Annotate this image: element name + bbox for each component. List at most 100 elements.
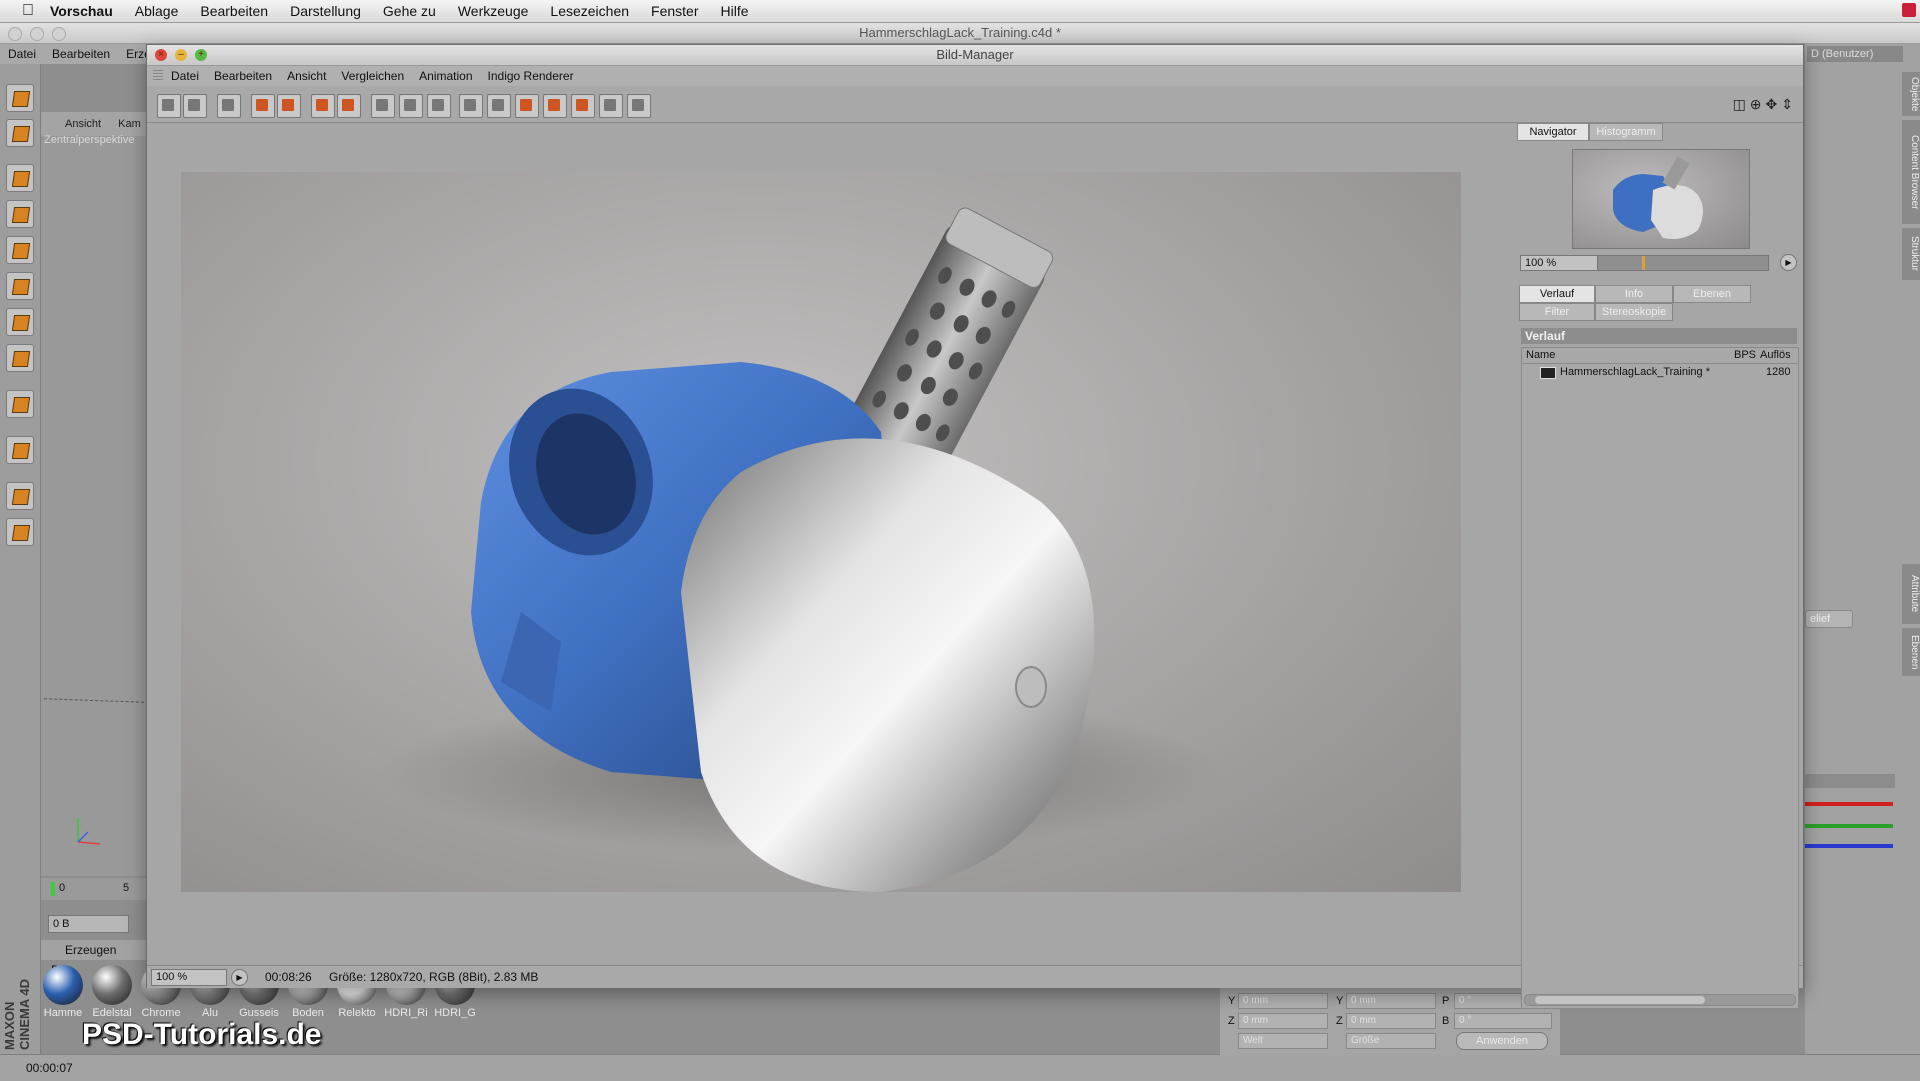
tab-stereoskopie[interactable]: Stereoskopie: [1595, 303, 1673, 321]
channels-icon[interactable]: [599, 94, 623, 118]
green-channel-bar[interactable]: [1805, 824, 1893, 828]
col-bps[interactable]: BPS: [1734, 348, 1756, 363]
position-y-field[interactable]: 0 mm: [1238, 993, 1328, 1009]
rotation-b-field[interactable]: 0 °: [1454, 1013, 1552, 1029]
bm-close-icon[interactable]: ×: [155, 49, 167, 61]
tab-navigator[interactable]: Navigator: [1517, 123, 1589, 141]
layout-controls-icon[interactable]: ◫⊕✥⇕: [1733, 96, 1797, 113]
col-name[interactable]: Name: [1526, 348, 1555, 363]
bm-menu-vergleichen[interactable]: Vergleichen: [341, 69, 404, 83]
workplane-icon[interactable]: [6, 236, 34, 264]
tab-histogramm[interactable]: Histogramm: [1589, 123, 1663, 141]
material-menu-erzeugen[interactable]: Erzeugen: [65, 943, 116, 957]
navigator-zoom-slider[interactable]: [1597, 255, 1769, 271]
menu-werkzeuge[interactable]: Werkzeuge: [458, 3, 529, 19]
tab-objekte[interactable]: Objekte: [1902, 72, 1920, 116]
bm-minimize-icon[interactable]: –: [175, 49, 187, 61]
menubar-status-icon[interactable]: [1902, 3, 1916, 17]
viewport-menu-kameras[interactable]: Kam: [118, 118, 141, 130]
history-scrollbar[interactable]: [1524, 994, 1796, 1006]
material-item[interactable]: Edelstal: [89, 962, 135, 1024]
position-z-field[interactable]: 0 mm: [1238, 1013, 1328, 1029]
save-icon[interactable]: [183, 94, 207, 118]
c4d-minimize-icon[interactable]: [30, 27, 44, 41]
menu-lesezeichen[interactable]: Lesezeichen: [550, 3, 629, 19]
c4d-menu-datei[interactable]: Datei: [8, 47, 36, 61]
viewport[interactable]: [41, 136, 151, 876]
c4d-close-icon[interactable]: [8, 27, 22, 41]
red-channel-bar[interactable]: [1805, 802, 1893, 806]
edges-mode-icon[interactable]: [6, 308, 34, 336]
apply-button[interactable]: Anwenden: [1456, 1032, 1548, 1050]
frame-field[interactable]: 0 B: [48, 915, 129, 933]
menu-ablage[interactable]: Ablage: [135, 3, 179, 19]
tab-struktur[interactable]: Struktur: [1902, 228, 1920, 280]
coord-system-dropdown[interactable]: Welt: [1238, 1033, 1328, 1049]
layout-dropdown[interactable]: D (Benutzer): [1807, 46, 1903, 62]
navigator-thumbnail[interactable]: [1572, 149, 1750, 249]
bm-menu-datei[interactable]: Datei: [171, 69, 199, 83]
scrollbar-thumb[interactable]: [1535, 996, 1705, 1004]
render-region-icon[interactable]: [251, 94, 275, 118]
ab-compare-icon[interactable]: [459, 94, 483, 118]
points-mode-icon[interactable]: [6, 272, 34, 300]
stop-render-icon[interactable]: [311, 94, 335, 118]
bm-menu-ansicht[interactable]: Ansicht: [287, 69, 326, 83]
menu-gehe-zu[interactable]: Gehe zu: [383, 3, 436, 19]
swap-ab-icon[interactable]: [487, 94, 511, 118]
attr-mode-button[interactable]: elief: [1805, 610, 1853, 628]
set-b-icon[interactable]: [571, 94, 595, 118]
menu-app-name[interactable]: Vorschau: [50, 3, 113, 19]
view-split-icon[interactable]: [399, 94, 423, 118]
table-row[interactable]: HammerschlagLack_Training * 1280: [1522, 364, 1798, 381]
bm-menu-indigo[interactable]: Indigo Renderer: [488, 69, 574, 83]
menu-bearbeiten[interactable]: Bearbeiten: [200, 3, 268, 19]
magnet-icon[interactable]: [6, 436, 34, 464]
slider-knob[interactable]: [1642, 256, 1645, 270]
snap-icon[interactable]: [6, 518, 34, 546]
lock-workplane-icon[interactable]: [6, 482, 34, 510]
undo-icon[interactable]: [6, 84, 34, 112]
polygons-mode-icon[interactable]: [6, 344, 34, 372]
texture-mode-icon[interactable]: [6, 200, 34, 228]
tab-content-browser[interactable]: Content Browser: [1902, 120, 1920, 224]
tab-info[interactable]: Info: [1595, 285, 1673, 303]
render-all-icon[interactable]: [277, 94, 301, 118]
bm-zoom-icon[interactable]: +: [195, 49, 207, 61]
view-single-icon[interactable]: [371, 94, 395, 118]
apple-icon[interactable]: : [18, 3, 38, 19]
model-mode-icon[interactable]: [6, 119, 34, 147]
tab-attribute[interactable]: Attribute: [1902, 564, 1920, 624]
size-y-field[interactable]: 0 mm: [1346, 993, 1436, 1009]
viewport-menu-ansicht[interactable]: Ansicht: [65, 118, 101, 130]
set-ab-icon[interactable]: [515, 94, 539, 118]
set-a-icon[interactable]: [543, 94, 567, 118]
menu-hilfe[interactable]: Hilfe: [721, 3, 749, 19]
menu-darstellung[interactable]: Darstellung: [290, 3, 361, 19]
render-view[interactable]: [181, 172, 1461, 892]
size-z-field[interactable]: 0 mm: [1346, 1013, 1436, 1029]
navigator-zoom-field[interactable]: 100 %: [1520, 255, 1601, 271]
zoom-field[interactable]: 100 %: [151, 969, 227, 986]
tab-ebenen[interactable]: Ebenen: [1902, 628, 1920, 676]
navigator-play-icon[interactable]: ▶: [1780, 254, 1797, 271]
c4d-menu-bearbeiten[interactable]: Bearbeiten: [52, 47, 110, 61]
bm-menu-bearbeiten[interactable]: Bearbeiten: [214, 69, 272, 83]
tab-filter[interactable]: Filter: [1519, 303, 1595, 321]
export-icon[interactable]: [627, 94, 651, 118]
blue-channel-bar[interactable]: [1805, 844, 1893, 848]
tab-ebenen-bm[interactable]: Ebenen: [1673, 285, 1751, 303]
menu-fenster[interactable]: Fenster: [651, 3, 698, 19]
cube-icon[interactable]: [6, 164, 34, 192]
render-selected-icon[interactable]: [337, 94, 361, 118]
bm-menu-animation[interactable]: Animation: [419, 69, 472, 83]
timeline[interactable]: 0 5: [41, 878, 151, 900]
size-mode-dropdown[interactable]: Größe: [1346, 1033, 1436, 1049]
timeline-playhead[interactable]: [51, 882, 55, 896]
col-aufloesung[interactable]: Auflös: [1760, 348, 1791, 363]
axis-icon[interactable]: [6, 390, 34, 418]
material-item[interactable]: Hamme: [40, 962, 86, 1024]
c4d-zoom-icon[interactable]: [52, 27, 66, 41]
view-compare-icon[interactable]: [427, 94, 451, 118]
play-icon[interactable]: ▶: [231, 969, 248, 986]
